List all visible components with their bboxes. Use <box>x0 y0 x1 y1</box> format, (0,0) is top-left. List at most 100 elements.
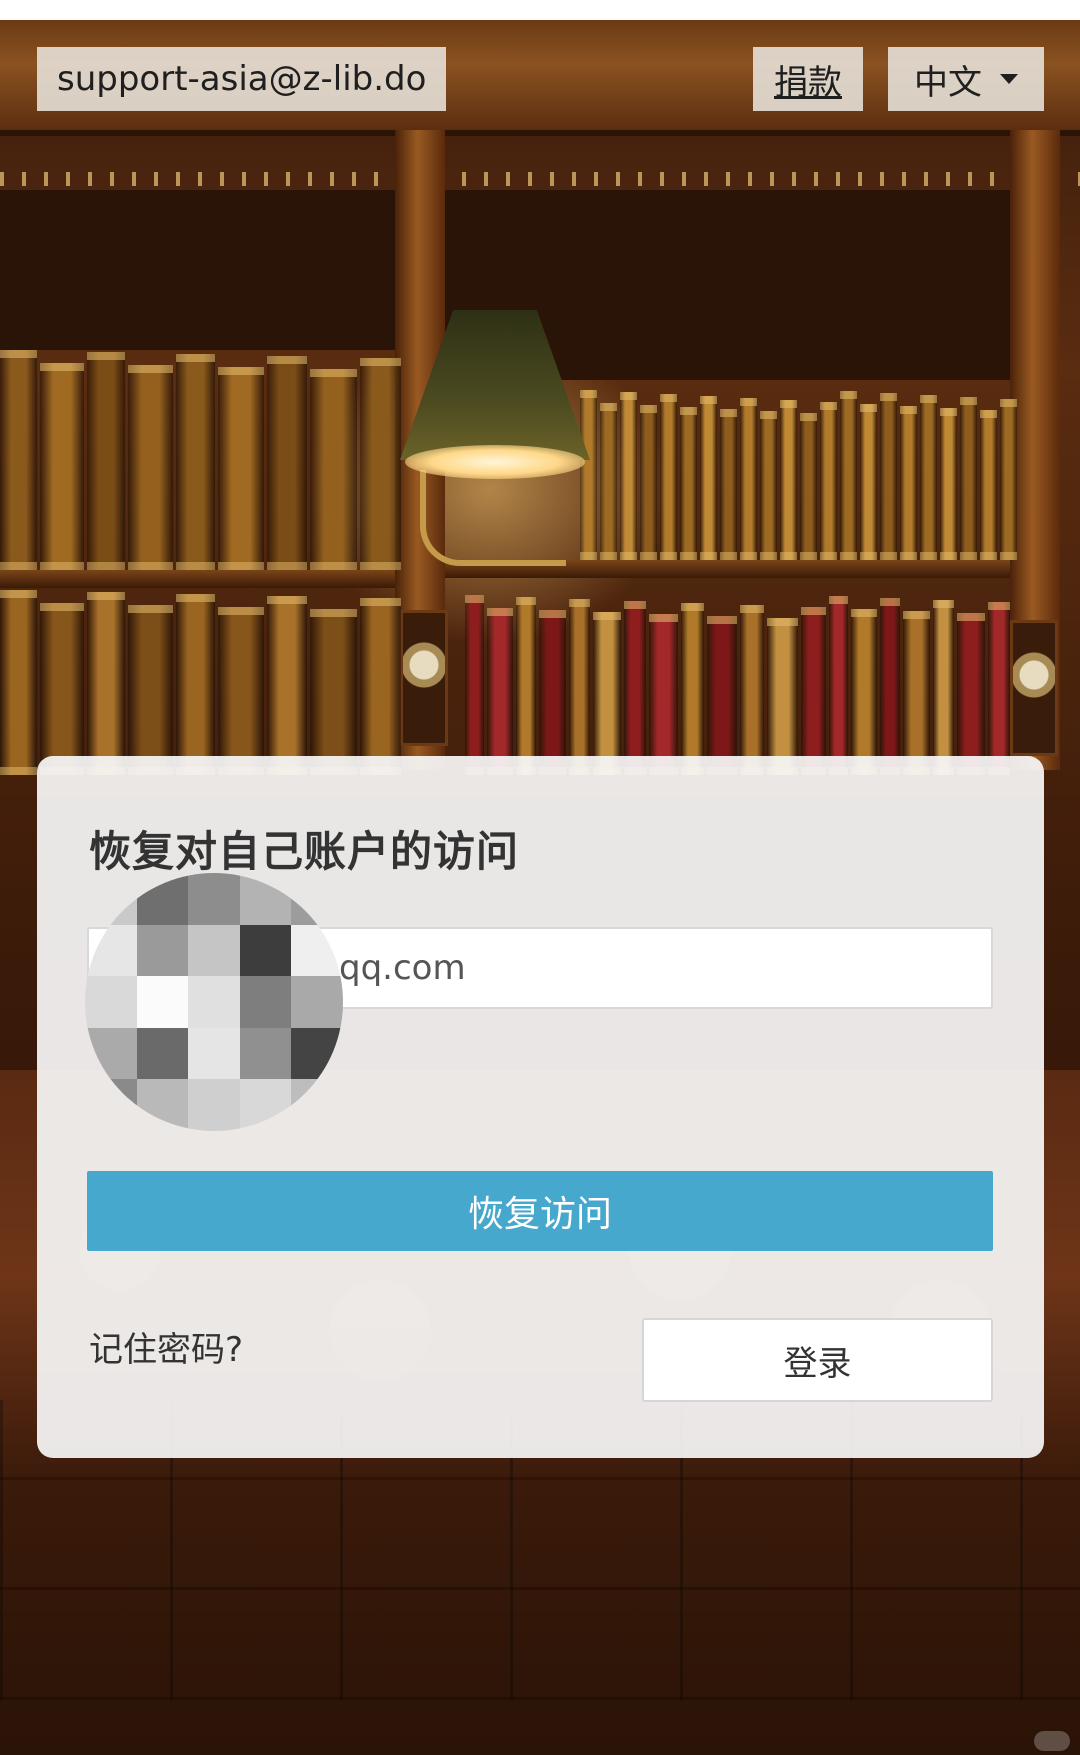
book-spine <box>720 409 737 560</box>
pillar-ornament <box>1010 620 1058 756</box>
book-spine <box>600 403 617 560</box>
book-spine <box>87 352 125 570</box>
book-spine <box>539 610 566 775</box>
book-spine <box>620 392 637 560</box>
book-spine <box>980 410 997 560</box>
language-label: 中文 <box>914 62 982 103</box>
book-spine <box>580 390 597 560</box>
avatar-pixel <box>291 1079 343 1131</box>
book-spine <box>903 611 930 775</box>
book-spine <box>900 406 917 560</box>
avatar-pixel <box>291 976 343 1028</box>
book-spine <box>933 600 954 775</box>
avatar-pixel <box>188 976 240 1028</box>
book-spine <box>957 613 985 775</box>
screen: support-asia@z-lib.do 捐款 中文 恢复对自己账户的访问 恢… <box>0 20 1080 1755</box>
login-label: 登录 <box>783 1344 852 1383</box>
book-spine <box>660 394 677 560</box>
book-spine <box>700 396 717 560</box>
book-spine <box>851 609 877 775</box>
book-spine <box>649 614 678 775</box>
book-spine <box>0 350 37 570</box>
language-select[interactable]: 中文 <box>888 47 1044 111</box>
book-spine <box>176 594 215 775</box>
lamp-arm <box>420 470 566 566</box>
avatar-pixel <box>188 873 240 925</box>
book-spine <box>569 599 590 775</box>
book-spine <box>360 598 401 775</box>
book-spine <box>820 402 837 560</box>
avatar-pixel <box>136 873 189 925</box>
avatar-pixel <box>188 1027 240 1080</box>
recover-access-button[interactable]: 恢复访问 <box>87 1171 993 1251</box>
book-spine <box>681 603 704 775</box>
book-spine <box>310 369 357 570</box>
book-spine <box>760 411 777 560</box>
avatar-pixel <box>291 873 343 925</box>
books-row <box>0 350 401 570</box>
avatar-pixel <box>136 924 189 977</box>
avatar-pixel <box>85 1079 137 1131</box>
book-spine <box>880 393 897 560</box>
recover-access-label: 恢复访问 <box>467 1193 612 1234</box>
book-spine <box>310 609 357 775</box>
avatar-pixel <box>188 1079 240 1131</box>
book-spine <box>740 398 757 560</box>
book-spine <box>128 605 173 775</box>
book-spine <box>267 356 307 570</box>
avatar-pixel <box>136 1079 189 1131</box>
book-spine <box>267 596 307 775</box>
recovery-card: 恢复对自己账户的访问 恢复访问 记住密码? 登录 <box>37 756 1044 1458</box>
book-spine <box>640 405 657 560</box>
avatar-pixel <box>239 924 292 977</box>
book-spine <box>680 407 697 560</box>
avatar-pixel <box>239 1027 292 1080</box>
book-spine <box>940 408 957 560</box>
book-spine <box>128 365 173 570</box>
book-spine <box>780 400 797 560</box>
book-spine <box>360 358 401 570</box>
support-email-text: support-asia@z-lib.do <box>57 59 427 99</box>
book-spine <box>218 367 264 570</box>
avatar-pixel <box>291 1027 343 1080</box>
avatar <box>85 873 343 1131</box>
avatar-pixel <box>188 924 240 977</box>
shelf-trim <box>0 172 1080 186</box>
avatar-pixel <box>239 1079 292 1131</box>
book-spine <box>767 618 798 775</box>
book-spine <box>1000 399 1017 560</box>
book-spine <box>40 363 84 570</box>
book-spine <box>860 404 877 560</box>
books-row <box>0 590 401 775</box>
support-email[interactable]: support-asia@z-lib.do <box>37 47 447 111</box>
watermark-logo <box>1034 1731 1070 1751</box>
book-spine <box>801 607 826 775</box>
book-spine <box>960 397 977 560</box>
shelf-board <box>0 570 395 588</box>
book-spine <box>487 608 513 775</box>
pillar-ornament <box>400 610 448 746</box>
page-title: 恢复对自己账户的访问 <box>89 827 520 876</box>
book-spine <box>920 395 937 560</box>
avatar-pixel <box>136 976 189 1028</box>
book-spine <box>800 413 817 560</box>
avatar-pixel <box>239 873 292 925</box>
book-spine <box>40 603 84 775</box>
book-spine <box>988 602 1010 775</box>
remember-password-link[interactable]: 记住密码? <box>89 1322 243 1371</box>
avatar-pixel <box>85 976 137 1028</box>
book-spine <box>707 616 737 775</box>
books-row <box>465 595 1010 775</box>
book-spine <box>465 595 484 775</box>
book-spine <box>740 605 764 775</box>
lamp-glow <box>405 445 585 479</box>
avatar-pixel <box>85 1027 137 1080</box>
login-button[interactable]: 登录 <box>642 1318 993 1402</box>
book-spine <box>624 601 646 775</box>
avatar-pixel <box>239 976 292 1028</box>
book-spine <box>516 597 536 775</box>
books-row <box>580 390 1017 560</box>
book-spine <box>218 607 264 775</box>
donate-button[interactable]: 捐款 <box>753 47 863 111</box>
book-spine <box>0 590 37 775</box>
